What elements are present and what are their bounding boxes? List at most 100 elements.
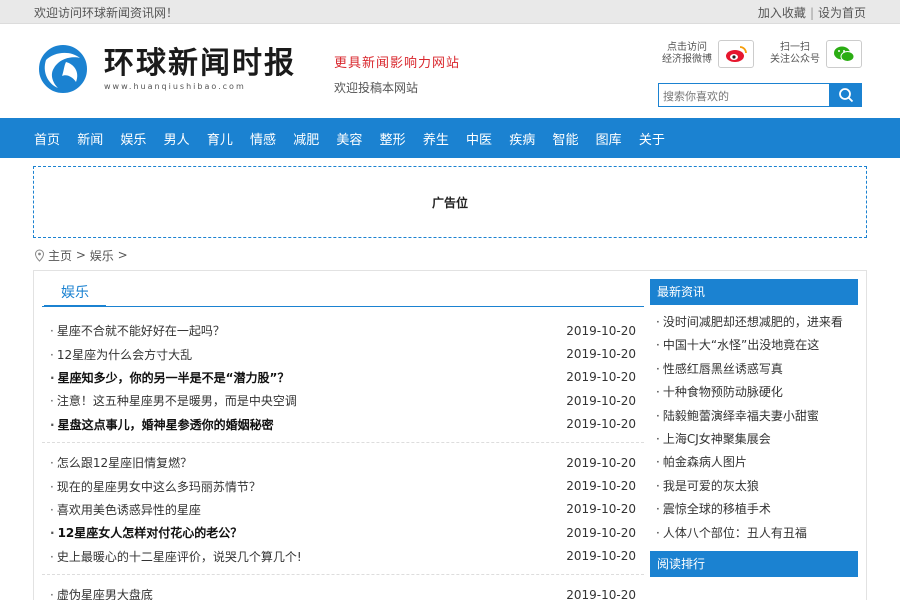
sidebar: 最新资讯 没时间减肥却还想减肥的，进来看中国十大“水怪”出没地竟在这性感红唇黑丝… <box>650 279 858 577</box>
slogan: 更具新闻影响力网站 欢迎投稿本网站 <box>334 52 460 96</box>
nav-item[interactable]: 关于 <box>639 129 665 148</box>
article-date: 2019-10-20 <box>566 347 636 362</box>
nav-item[interactable]: 整形 <box>380 129 406 148</box>
weibo-label: 点击访问 经济报微博 <box>662 42 712 66</box>
article-row: 12星座为什么会方寸大乱 2019-10-20 <box>42 342 644 365</box>
weibo-label-line2: 经济报微博 <box>662 54 712 65</box>
top-links: 加入收藏 | 设为首页 <box>758 4 866 21</box>
nav-item[interactable]: 图库 <box>596 129 622 148</box>
social-links: 点击访问 经济报微博 扫一扫 关注公众号 <box>662 40 862 68</box>
nav-item[interactable]: 养生 <box>423 129 449 148</box>
article-title-link[interactable]: 注意！这五种星座男不是暖男，而是中央空调 <box>50 392 297 409</box>
nav-item[interactable]: 智能 <box>552 129 578 148</box>
latest-news-item[interactable]: 人体八个部位：丑人有丑福 <box>656 522 858 545</box>
nav-item[interactable]: 情感 <box>250 129 276 148</box>
breadcrumb-separator: > <box>117 248 128 262</box>
article-groups: 星座不合就不能好好在一起吗？ 2019-10-20 12星座为什么会方寸大乱 2019… <box>42 319 644 600</box>
nav-item[interactable]: 疾病 <box>509 129 535 148</box>
logo-text: 环球新闻时报 www.huanqiushibao.com <box>104 47 296 92</box>
site-logo[interactable]: 环球新闻时报 www.huanqiushibao.com <box>36 42 296 96</box>
slogan-sub: 欢迎投稿本网站 <box>334 81 419 95</box>
article-title-link[interactable]: 现在的星座男女中这么多玛丽苏情节？ <box>50 478 261 495</box>
reading-ranking-header: 阅读排行 <box>650 550 858 577</box>
divider: | <box>809 5 814 20</box>
article-date: 2019-10-20 <box>566 479 636 494</box>
weibo-label-line1: 点击访问 <box>667 42 707 53</box>
latest-news-item[interactable]: 性感红唇黑丝诱惑写真 <box>656 358 858 381</box>
article-row: 喜欢用美色诱惑异性的星座 2019-10-20 <box>42 498 644 521</box>
article-title-link[interactable]: 虚伪星座男大盘底 <box>50 586 153 600</box>
latest-news-item[interactable]: 上海CJ女神聚集展会 <box>656 428 858 451</box>
nav-item[interactable]: 男人 <box>164 129 190 148</box>
breadcrumb-home[interactable]: 主页 <box>48 247 72 264</box>
article-title-link[interactable]: 星座不合就不能好好在一起吗？ <box>50 322 225 339</box>
welcome-text: 欢迎访问环球新闻资讯网！ <box>34 5 179 20</box>
article-group: 虚伪星座男大盘底 2019-10-20 <box>42 583 644 600</box>
wechat-label-line2: 关注公众号 <box>770 54 820 65</box>
latest-news-item[interactable]: 震惊全球的移植手术 <box>656 498 858 521</box>
latest-news-item[interactable]: 没时间减肥却还想减肥的，进来看 <box>656 311 858 334</box>
wechat-label: 扫一扫 关注公众号 <box>770 42 820 66</box>
article-title-link[interactable]: 星盘这点事儿，婚神星参透你的婚姻秘密 <box>50 416 274 433</box>
location-pin-icon <box>34 248 45 262</box>
wechat-button[interactable] <box>826 40 862 68</box>
nav-items: 首页 新闻 娱乐 男人 育儿 情感 减肥 美容 整形 养生 中医 疾病 智能 图库 关于 <box>34 118 866 158</box>
article-date: 2019-10-20 <box>566 455 636 470</box>
latest-news-item[interactable]: 帕金森病人图片 <box>656 451 858 474</box>
main-nav: 首页 新闻 娱乐 男人 育儿 情感 减肥 美容 整形 养生 中医 疾病 智能 图库 关于 <box>0 118 900 158</box>
wechat-label-line1: 扫一扫 <box>780 42 810 53</box>
article-row: 12星座女人怎样对付花心的老公？ 2019-10-20 <box>42 521 644 544</box>
latest-news-item[interactable]: 我是可爱的灰太狼 <box>656 475 858 498</box>
article-title-link[interactable]: 喜欢用美色诱惑异性的星座 <box>50 501 201 518</box>
article-row: 注意！这五种星座男不是暖男，而是中央空调 2019-10-20 <box>42 389 644 412</box>
search-icon <box>839 88 854 103</box>
latest-news-item[interactable]: 陆毅鲍蕾演绎幸福夫妻小甜蜜 <box>656 405 858 428</box>
article-date: 2019-10-20 <box>566 587 636 600</box>
article-date: 2019-10-20 <box>566 525 636 540</box>
nav-item[interactable]: 新闻 <box>77 129 103 148</box>
article-title-link[interactable]: 12星座为什么会方寸大乱 <box>50 346 192 363</box>
breadcrumb-separator: > <box>75 248 86 262</box>
article-date: 2019-10-20 <box>566 323 636 338</box>
article-group: 星座不合就不能好好在一起吗？ 2019-10-20 12星座为什么会方寸大乱 2019… <box>42 319 644 443</box>
article-date: 2019-10-20 <box>566 370 636 385</box>
latest-news-item[interactable]: 十种食物预防动脉硬化 <box>656 381 858 404</box>
article-row: 星座知多少，你的另一半是不是“潜力股”？ 2019-10-20 <box>42 366 644 389</box>
article-row: 星盘这点事儿，婚神星参透你的婚姻秘密 2019-10-20 <box>42 413 644 436</box>
search-box: 搜索你喜欢的 <box>658 83 862 107</box>
breadcrumb-current[interactable]: 娱乐 <box>90 247 114 264</box>
article-row: 现在的星座男女中这么多玛丽苏情节？ 2019-10-20 <box>42 474 644 497</box>
article-title-link[interactable]: 史上最暖心的十二星座评价，说哭几个算几个! <box>50 548 302 565</box>
article-date: 2019-10-20 <box>566 502 636 517</box>
bookmark-link[interactable]: 加入收藏 <box>758 6 806 20</box>
article-date: 2019-10-20 <box>566 417 636 432</box>
search-input[interactable]: 搜索你喜欢的 <box>658 83 830 107</box>
latest-news-item[interactable]: 中国十大“水怪”出没地竟在这 <box>656 334 858 357</box>
article-list-panel: 娱乐 星座不合就不能好好在一起吗？ 2019-10-20 12星座为什么会方寸大乱 2… <box>42 271 644 600</box>
article-title-link[interactable]: 怎么跟12星座旧情复燃？ <box>50 454 192 471</box>
article-row: 虚伪星座男大盘底 2019-10-20 <box>42 583 644 600</box>
top-bar: 欢迎访问环球新闻资讯网！ 加入收藏 | 设为首页 <box>0 0 900 24</box>
nav-item[interactable]: 首页 <box>34 129 60 148</box>
logo-url: www.huanqiushibao.com <box>104 82 246 91</box>
nav-item[interactable]: 美容 <box>336 129 362 148</box>
nav-item[interactable]: 育儿 <box>207 129 233 148</box>
wechat-icon <box>834 46 855 62</box>
article-title-link[interactable]: 星座知多少，你的另一半是不是“潜力股”？ <box>50 369 290 386</box>
set-homepage-link[interactable]: 设为首页 <box>818 6 866 20</box>
nav-item[interactable]: 娱乐 <box>120 129 146 148</box>
slogan-main: 更具新闻影响力网站 <box>334 56 461 71</box>
nav-item[interactable]: 减肥 <box>293 129 319 148</box>
globe-logo-icon <box>37 43 89 95</box>
article-row: 星座不合就不能好好在一起吗？ 2019-10-20 <box>42 319 644 342</box>
search-button[interactable] <box>830 83 862 107</box>
weibo-icon <box>726 46 747 62</box>
nav-item[interactable]: 中医 <box>466 129 492 148</box>
article-row: 史上最暖心的十二星座评价，说哭几个算几个! 2019-10-20 <box>42 545 644 568</box>
ad-placeholder[interactable]: 广告位 <box>33 166 867 238</box>
section-title[interactable]: 娱乐 <box>44 281 106 307</box>
header: 环球新闻时报 www.huanqiushibao.com 更具新闻影响力网站 欢… <box>0 24 900 118</box>
weibo-button[interactable] <box>718 40 754 68</box>
article-title-link[interactable]: 12星座女人怎样对付花心的老公？ <box>50 524 243 541</box>
breadcrumb: 主页 > 娱乐 > <box>34 246 866 264</box>
